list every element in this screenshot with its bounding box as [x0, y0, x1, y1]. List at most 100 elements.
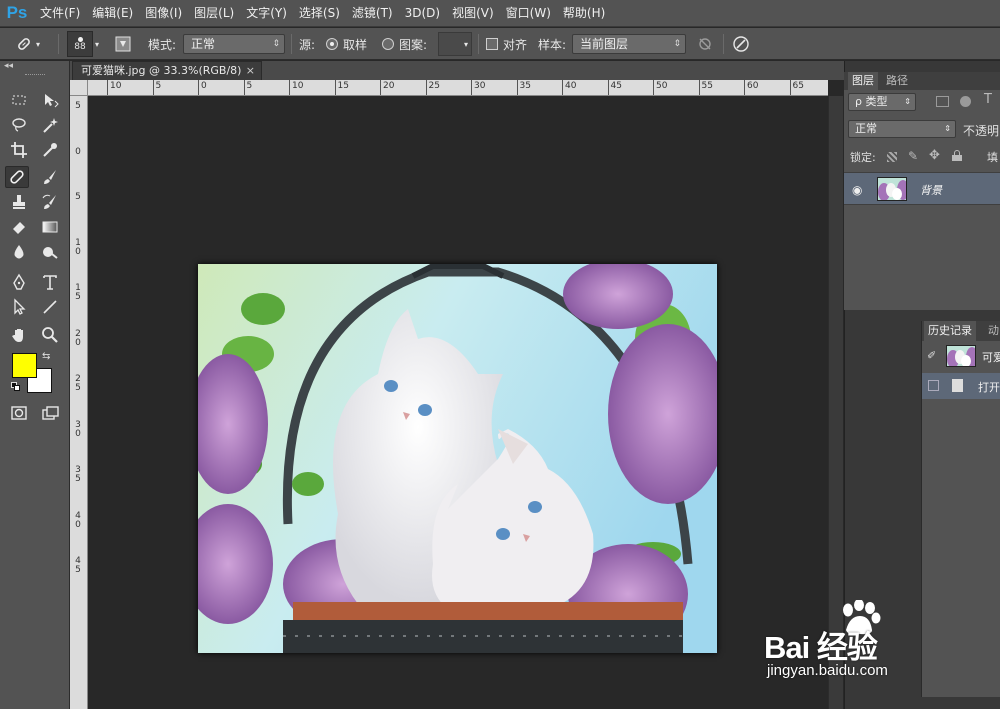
eyedropper-icon[interactable]	[38, 139, 62, 161]
filter-adjustment-icon[interactable]	[960, 96, 971, 107]
magic-wand-icon[interactable]	[38, 114, 62, 136]
sample-value: 当前图层	[580, 37, 629, 51]
history-step-checkbox[interactable]	[928, 380, 939, 391]
quick-mask-icon[interactable]	[7, 402, 31, 424]
brush-icon[interactable]	[38, 166, 62, 188]
blend-mode-dropdown[interactable]: 正常 ⇕	[848, 120, 956, 138]
screen-mode-icon[interactable]	[38, 402, 62, 424]
menu-window[interactable]: 窗口(W)	[500, 0, 557, 27]
divider	[723, 34, 724, 54]
brush-preset-picker[interactable]: 88	[67, 31, 93, 57]
ruler-tick-label: 10	[110, 81, 122, 91]
menu-view[interactable]: 视图(V)	[446, 0, 500, 27]
tab-actions[interactable]: 动	[984, 321, 1000, 341]
chevron-down-icon: ▾	[463, 39, 468, 49]
horizontal-ruler[interactable]: 10 5 0 5 10 15 20 25 30 35 40 45 50 55 60 65	[88, 80, 828, 96]
ruler-tick	[243, 80, 245, 95]
ruler-tick-label: 20	[75, 328, 81, 348]
filter-type-icon[interactable]: T	[984, 92, 992, 107]
lock-transparent-icon[interactable]	[887, 152, 897, 162]
document-tab[interactable]: 可爱猫咪.jpg @ 33.3%(RGB/8) ×	[72, 61, 262, 80]
ruler-tick	[198, 80, 199, 95]
menu-image[interactable]: 图像(I)	[139, 0, 188, 27]
menu-type[interactable]: 文字(Y)	[240, 0, 293, 27]
brush-size: 88	[74, 41, 86, 52]
filter-pixel-icon[interactable]	[936, 96, 949, 107]
ruler-tick-label: 30	[75, 419, 81, 439]
crop-icon[interactable]	[7, 139, 31, 161]
menu-select[interactable]: 选择(S)	[293, 0, 346, 27]
ruler-tick-label: 5	[246, 81, 253, 91]
menu-filter[interactable]: 滤镜(T)	[346, 0, 399, 27]
clone-stamp-icon[interactable]	[7, 191, 31, 213]
zoom-icon[interactable]	[38, 324, 62, 346]
tab-paths[interactable]: 路径	[882, 72, 912, 90]
lock-pixels-icon[interactable]: ✎	[908, 149, 918, 163]
watermark-url: jingyan.baidu.com	[767, 662, 888, 679]
foreground-color-swatch[interactable]	[12, 353, 37, 378]
ruler-tick-label: 5	[155, 81, 162, 91]
kittens-photo[interactable]	[198, 264, 717, 653]
menu-3d[interactable]: 3D(D)	[399, 0, 446, 27]
ruler-tick	[107, 80, 108, 95]
healing-brush-icon[interactable]: ▾	[14, 28, 40, 60]
ruler-tick-label: 15	[75, 283, 81, 302]
divider	[291, 34, 292, 54]
gradient-icon[interactable]	[38, 216, 62, 238]
tab-layers[interactable]: 图层	[848, 72, 878, 90]
history-step-open[interactable]: 打开	[922, 373, 1000, 399]
panel-grip[interactable]	[25, 74, 45, 77]
pressure-icon[interactable]	[732, 28, 750, 60]
history-brush-icon[interactable]	[38, 191, 62, 213]
aligned-checkbox[interactable]: 对齐	[486, 28, 527, 60]
ruler-tick	[380, 80, 381, 95]
toggle-brush-panel-icon[interactable]	[114, 28, 132, 60]
path-selection-icon[interactable]	[7, 296, 31, 318]
menu-layer[interactable]: 图层(L)	[188, 0, 240, 27]
ignore-adjustment-icon[interactable]	[697, 28, 713, 60]
pen-icon[interactable]	[7, 271, 31, 293]
ruler-tick	[789, 80, 791, 95]
hand-icon[interactable]	[7, 324, 31, 346]
sample-dropdown[interactable]: 当前图层 ⇕	[572, 34, 686, 54]
menu-file[interactable]: 文件(F)	[34, 0, 86, 27]
fill-label: 填	[987, 151, 998, 164]
type-icon[interactable]	[38, 271, 62, 293]
swap-colors-icon[interactable]: ⇆	[42, 351, 50, 362]
source-sampled-radio[interactable]: 取样	[326, 28, 367, 60]
document-title: 可爱猫咪.jpg @ 33.3%(RGB/8)	[81, 64, 242, 77]
mode-dropdown[interactable]: 正常 ⇕	[183, 34, 285, 54]
tab-history[interactable]: 历史记录	[924, 321, 976, 341]
blur-icon[interactable]	[7, 241, 31, 263]
brush-picker-arrow-icon[interactable]: ▾	[95, 28, 99, 60]
vertical-ruler[interactable]: 5 0 5 10 15 20 25 30 35 40 45	[70, 96, 88, 709]
history-snapshot[interactable]: ✐ 可爱	[922, 343, 1000, 369]
ruler-tick-label: 10	[292, 81, 304, 91]
menu-help[interactable]: 帮助(H)	[557, 0, 611, 27]
line-icon[interactable]	[38, 296, 62, 318]
layer-filter-dropdown[interactable]: ρ 类型 ⇕	[848, 93, 916, 111]
ruler-tick-label: 30	[474, 81, 486, 91]
default-colors-icon[interactable]	[11, 382, 20, 391]
move-icon[interactable]	[38, 89, 62, 111]
pattern-picker[interactable]: ▾	[438, 32, 472, 56]
dodge-icon[interactable]	[38, 241, 62, 263]
baidu-jingyan-watermark: Bai 经验 jingyan.baidu.com	[764, 600, 964, 690]
layer-row-background[interactable]: ◉ 背景	[844, 172, 1000, 205]
ruler-origin[interactable]	[70, 80, 88, 96]
source-pattern-radio[interactable]: 图案:	[382, 28, 427, 60]
layer-name: 背景	[920, 184, 942, 197]
ruler-tick-label: 40	[75, 510, 81, 530]
spot-healing-brush-icon[interactable]	[5, 166, 29, 188]
snapshot-thumbnail	[946, 345, 976, 367]
rect-marquee-icon[interactable]	[7, 89, 31, 111]
lasso-icon[interactable]	[7, 114, 31, 136]
lock-icon[interactable]	[952, 150, 962, 161]
eraser-icon[interactable]	[7, 216, 31, 238]
lock-position-icon[interactable]: ✥	[929, 148, 940, 163]
menu-edit[interactable]: 编辑(E)	[86, 0, 139, 27]
close-icon[interactable]: ×	[246, 62, 255, 80]
history-brush-source-icon[interactable]: ✐	[927, 349, 936, 362]
eye-icon[interactable]: ◉	[852, 183, 862, 197]
collapse-icon[interactable]: ◂◂	[4, 61, 13, 71]
